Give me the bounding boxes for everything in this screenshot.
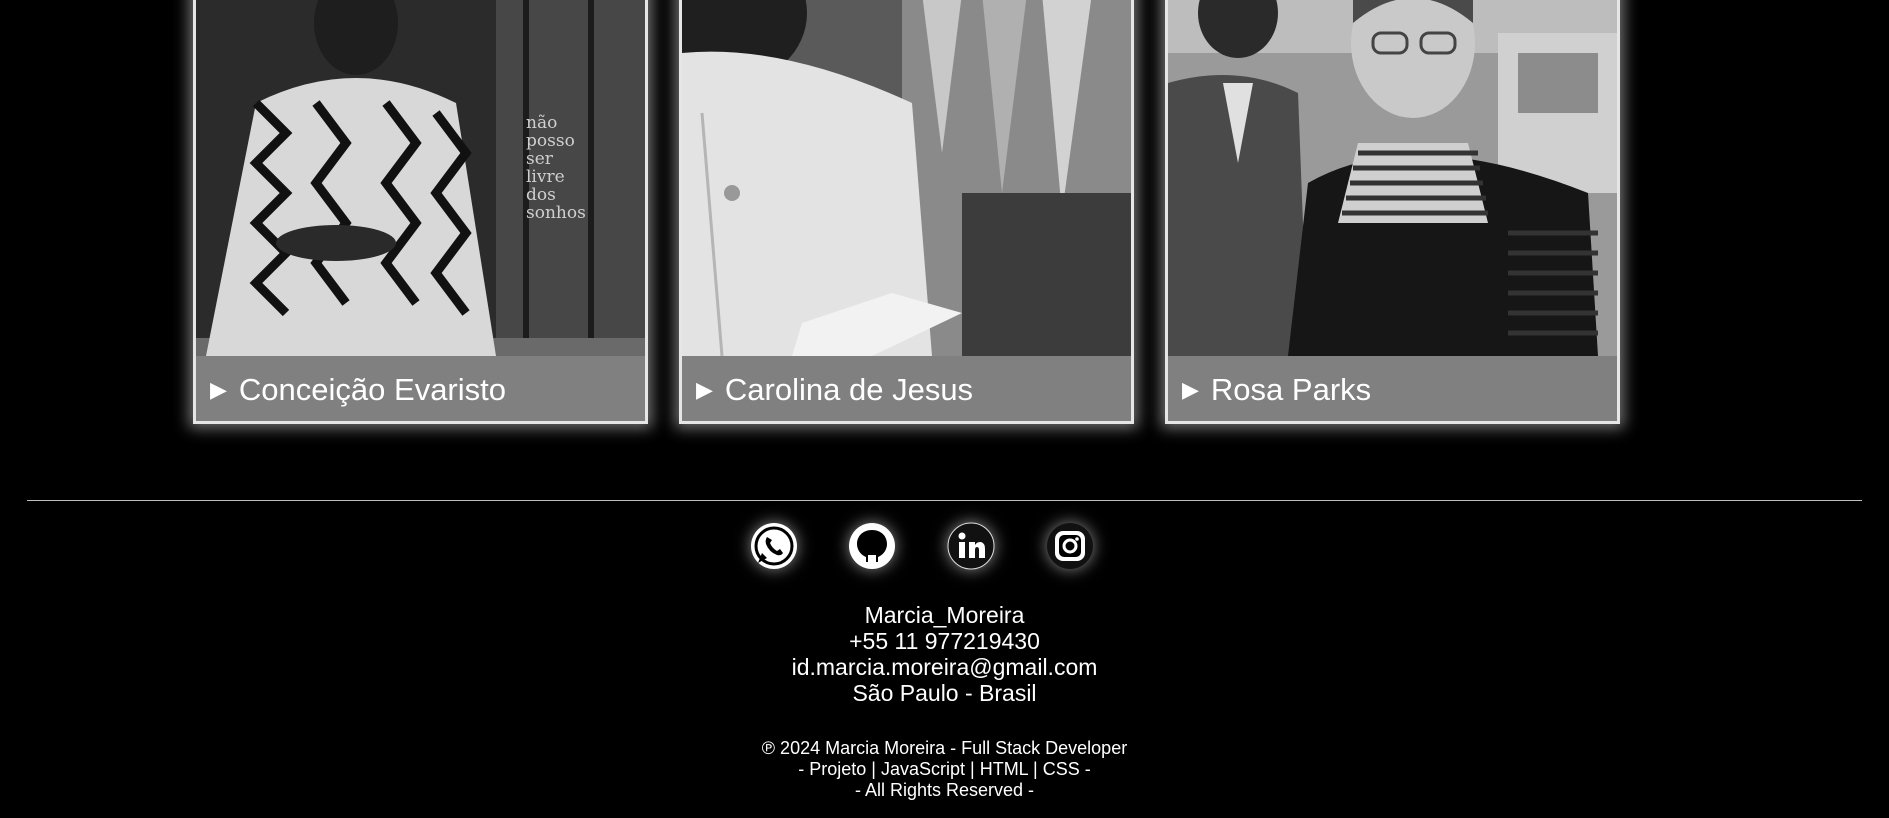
whatsapp-icon	[751, 523, 797, 569]
conceicao-evaristo-photo: não posso ser livre dos sonhos	[196, 0, 645, 356]
linkedin-link[interactable]	[947, 522, 995, 570]
card-summary-rosa-parks[interactable]: ▶ Rosa Parks	[1168, 356, 1617, 421]
rosa-parks-photo	[1168, 0, 1617, 356]
cards-section: não posso ser livre dos sonhos ▶ Conceiç…	[0, 0, 1889, 430]
contact-phone: +55 11 977219430	[849, 628, 1040, 654]
social-links	[0, 520, 1889, 572]
carolina-de-jesus-photo	[682, 0, 1131, 356]
instagram-link[interactable]	[1046, 522, 1094, 570]
linkedin-icon	[947, 522, 995, 570]
disclosure-triangle-icon: ▶	[1182, 377, 1199, 402]
github-link[interactable]	[848, 522, 896, 570]
contact-email: id.marcia.moreira@gmail.com	[791, 654, 1098, 680]
card-label: Carolina de Jesus	[724, 372, 974, 407]
card-label: Conceição Evaristo	[238, 372, 506, 407]
instagram-icon	[1047, 523, 1093, 569]
contact-name: Marcia_Moreira	[864, 602, 1025, 628]
disclosure-triangle-icon: ▶	[696, 377, 713, 402]
disclosure-triangle-icon: ▶	[210, 377, 227, 402]
rights-text: - All Rights Reserved -	[854, 780, 1035, 800]
whatsapp-link[interactable]	[750, 522, 798, 570]
card-summary-conceicao-evaristo[interactable]: ▶ Conceição Evaristo	[196, 356, 645, 421]
card-summary-carolina-de-jesus[interactable]: ▶ Carolina de Jesus	[682, 356, 1131, 421]
tech-stack-text: - Projeto | JavaScript | HTML | CSS -	[798, 759, 1091, 779]
footer-divider	[27, 500, 1862, 501]
footer-legal: ℗ 2024 Marcia Moreira - Full Stack Devel…	[0, 738, 1889, 801]
card-conceicao-evaristo[interactable]: não posso ser livre dos sonhos ▶ Conceiç…	[193, 0, 648, 424]
card-label: Rosa Parks	[1210, 372, 1372, 407]
copyright-text: ℗ 2024 Marcia Moreira - Full Stack Devel…	[761, 738, 1128, 758]
card-rosa-parks[interactable]: ▶ Rosa Parks	[1165, 0, 1620, 424]
card-carolina-de-jesus[interactable]: ▶ Carolina de Jesus	[679, 0, 1134, 424]
contact-info: Marcia_Moreira +55 11 977219430 id.marci…	[0, 602, 1889, 706]
contact-location: São Paulo - Brasil	[852, 680, 1037, 706]
github-icon	[849, 523, 895, 569]
